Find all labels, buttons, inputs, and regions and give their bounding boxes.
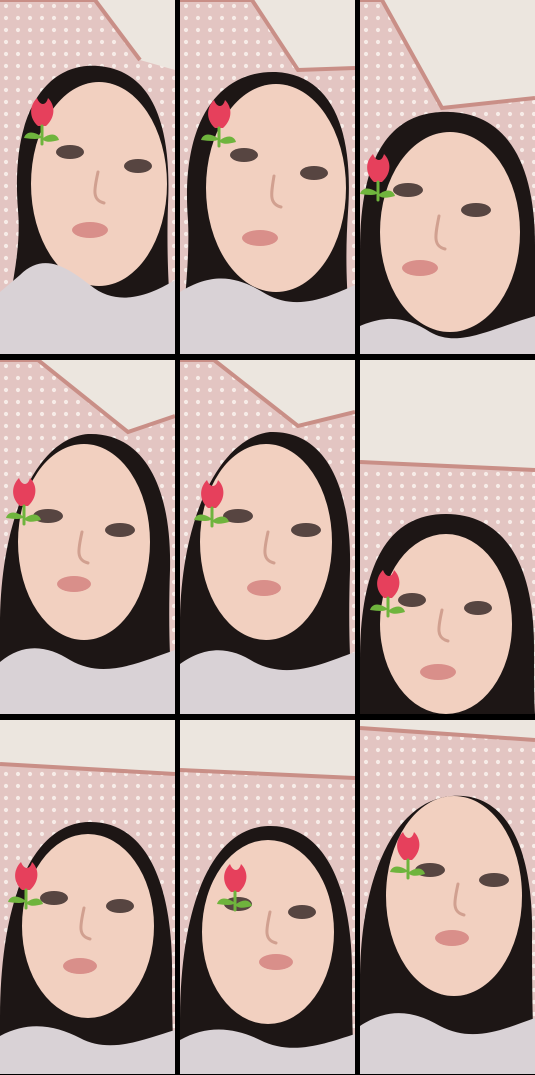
selfie-tile-6	[360, 360, 535, 714]
photo-collage-grid	[0, 0, 535, 1075]
selfie-tile-4	[0, 360, 175, 714]
selfie-photo	[360, 360, 535, 714]
selfie-photo	[0, 360, 175, 714]
selfie-photo	[360, 720, 535, 1074]
selfie-photo	[360, 0, 535, 354]
selfie-tile-1	[0, 0, 175, 354]
selfie-tile-7	[0, 720, 175, 1074]
selfie-tile-9	[360, 720, 535, 1074]
selfie-tile-8	[180, 720, 355, 1074]
selfie-tile-2	[180, 0, 355, 354]
selfie-photo	[0, 0, 175, 354]
selfie-tile-5	[180, 360, 355, 714]
selfie-tile-3	[360, 0, 535, 354]
selfie-photo	[0, 720, 175, 1074]
selfie-photo	[180, 0, 355, 354]
selfie-photo	[180, 360, 355, 714]
selfie-photo	[180, 720, 355, 1074]
